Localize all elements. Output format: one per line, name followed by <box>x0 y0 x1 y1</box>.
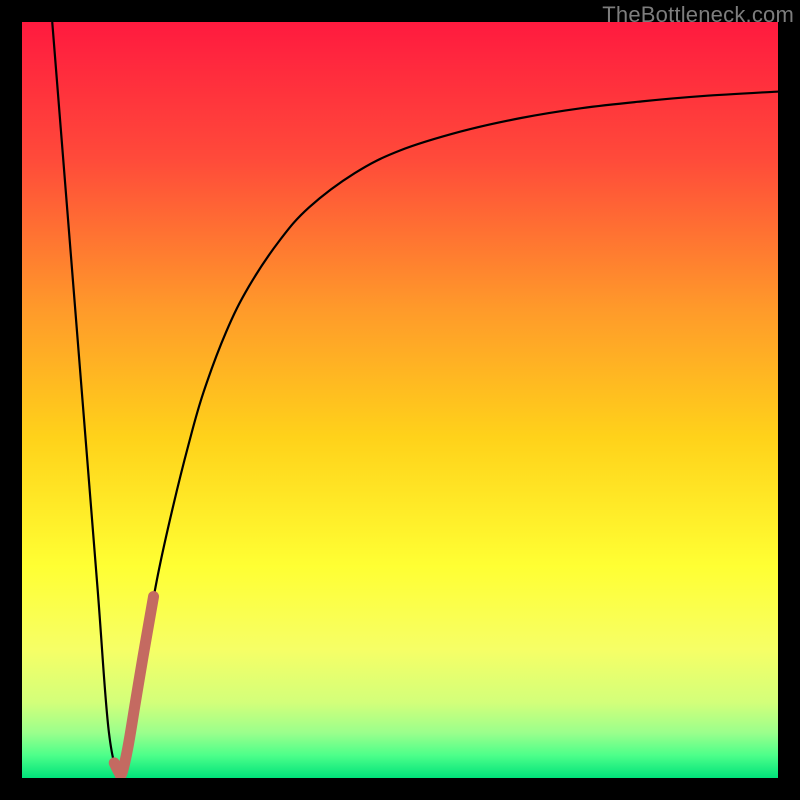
chart-svg <box>22 22 778 778</box>
gradient-background <box>22 22 778 778</box>
chart-frame: TheBottleneck.com <box>0 0 800 800</box>
plot-area <box>22 22 778 778</box>
watermark-text: TheBottleneck.com <box>602 2 794 28</box>
